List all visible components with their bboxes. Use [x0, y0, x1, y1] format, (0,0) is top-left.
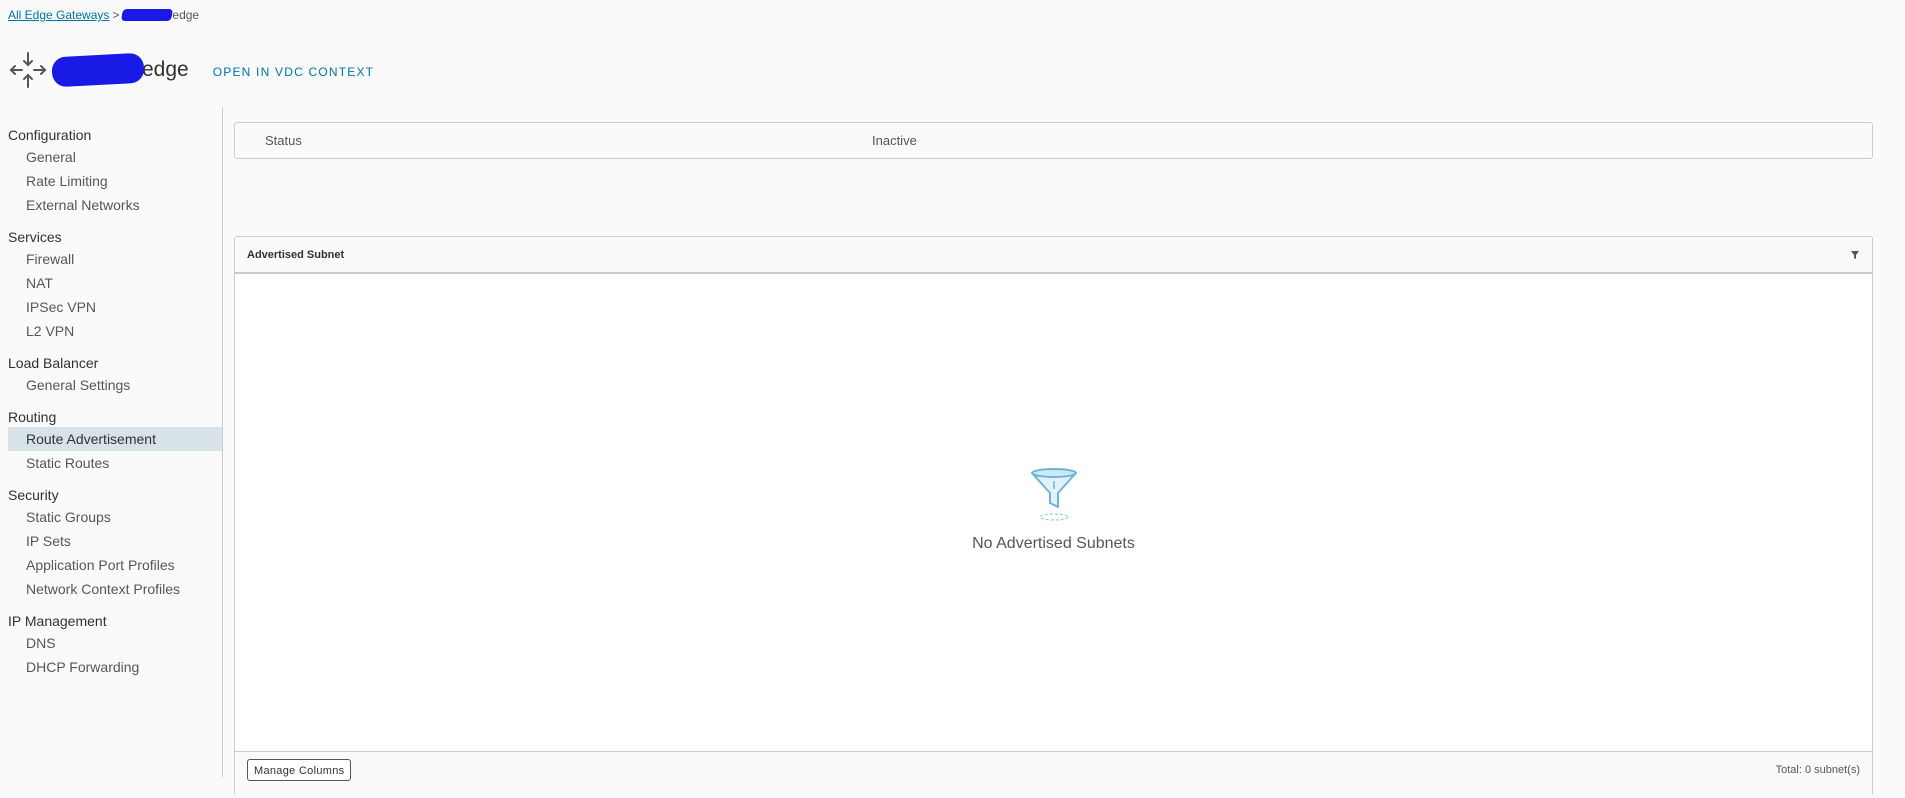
nav-group-configuration: Configuration General Rate Limiting Exte…: [0, 125, 222, 217]
status-panel: Status Inactive: [234, 122, 1873, 159]
sidebar-item-static-groups[interactable]: Static Groups: [8, 505, 222, 529]
column-header-advertised-subnet[interactable]: Advertised Subnet: [247, 249, 344, 261]
open-in-vdc-context-link[interactable]: OPEN IN VDC CONTEXT: [213, 65, 374, 79]
sidebar-item-general-settings[interactable]: General Settings: [8, 373, 222, 397]
sidebar-item-rate-limiting[interactable]: Rate Limiting: [8, 169, 222, 193]
nav-group-routing: Routing Route Advertisement Static Route…: [0, 407, 222, 475]
sidebar-item-general[interactable]: General: [8, 145, 222, 169]
page-header: edge OPEN IN VDC CONTEXT: [8, 50, 374, 90]
manage-columns-button[interactable]: Manage Columns: [247, 759, 352, 781]
page-title: edge: [142, 58, 189, 81]
nav-group-services: Services Firewall NAT IPSec VPN L2 VPN: [0, 227, 222, 343]
sidebar-item-firewall[interactable]: Firewall: [8, 247, 222, 271]
filter-icon[interactable]: [1850, 250, 1860, 260]
nav-group-title: Routing: [8, 409, 57, 425]
edge-gateway-icon: [9, 52, 47, 88]
grid-header: Advertised Subnet: [235, 237, 1872, 274]
nav-group-title: Load Balancer: [8, 355, 99, 371]
nav-group-title: Services: [8, 229, 62, 245]
empty-state: No Advertised Subnets: [235, 467, 1872, 553]
empty-filter-icon: [1030, 468, 1077, 521]
breadcrumb-current: edge: [172, 8, 200, 22]
sidebar-item-ip-sets[interactable]: IP Sets: [8, 529, 222, 553]
grid-footer: Manage Columns Total: 0 subnet(s): [235, 751, 1872, 798]
sidebar-nav: Configuration General Rate Limiting Exte…: [0, 107, 223, 777]
sidebar-item-dns[interactable]: DNS: [8, 631, 222, 655]
breadcrumb-separator: >: [112, 8, 120, 22]
sidebar-item-route-advertisement[interactable]: Route Advertisement: [8, 427, 222, 451]
grid-total-count: Total: 0 subnet(s): [1775, 764, 1860, 776]
empty-state-text: No Advertised Subnets: [972, 535, 1135, 552]
nav-group-title: IP Management: [8, 613, 107, 629]
status-label: Status: [265, 133, 302, 148]
breadcrumb-all-edge-gateways-link[interactable]: All Edge Gateways: [8, 8, 109, 22]
sidebar-item-network-context-profiles[interactable]: Network Context Profiles: [8, 577, 222, 601]
sidebar-item-dhcp-forwarding[interactable]: DHCP Forwarding: [8, 655, 222, 679]
sidebar-item-ipsec-vpn[interactable]: IPSec VPN: [8, 295, 222, 319]
sidebar-item-l2-vpn[interactable]: L2 VPN: [8, 319, 222, 343]
sidebar-item-external-networks[interactable]: External Networks: [8, 193, 222, 217]
sidebar-item-application-port-profiles[interactable]: Application Port Profiles: [8, 553, 222, 577]
nav-group-ip-management: IP Management DNS DHCP Forwarding: [0, 611, 222, 679]
nav-group-load-balancer: Load Balancer General Settings: [0, 353, 222, 397]
sidebar-item-static-routes[interactable]: Static Routes: [8, 451, 222, 475]
breadcrumb: All Edge Gateways > edge: [8, 8, 199, 22]
redacted-title-name: [51, 52, 145, 88]
nav-group-title: Security: [8, 487, 59, 503]
status-value: Inactive: [872, 133, 917, 148]
nav-group-security: Security Static Groups IP Sets Applicati…: [0, 485, 222, 601]
nav-group-title: Configuration: [8, 127, 92, 143]
advertised-subnets-grid: Advertised Subnet No Advertised Subnets …: [234, 236, 1873, 798]
sidebar-item-nat[interactable]: NAT: [8, 271, 222, 295]
redacted-name: [121, 9, 174, 21]
